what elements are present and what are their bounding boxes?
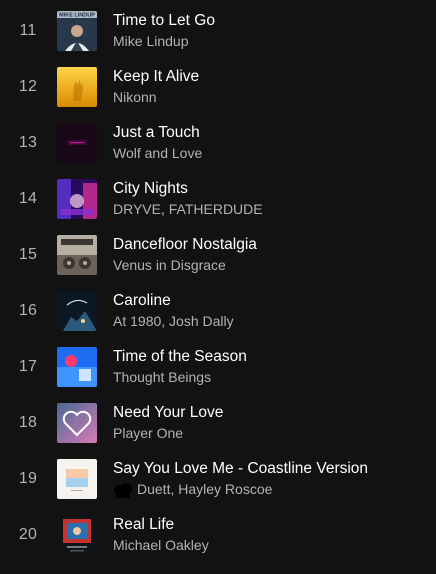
track-row[interactable]: 11 MIKE LINDUP Time to Let Go Mike Lindu… (0, 3, 436, 59)
track-title[interactable]: Time of the Season (113, 347, 428, 367)
album-cover[interactable] (57, 291, 97, 331)
track-meta: Just a Touch Wolf and Love (113, 123, 428, 163)
album-cover[interactable] (57, 179, 97, 219)
track-row[interactable]: 18 Need Your Love Player One (0, 395, 436, 451)
track-row[interactable]: 17 Time of the Season Thought Beings (0, 339, 436, 395)
track-row[interactable]: 12 Keep It Alive Nikonn (0, 59, 436, 115)
track-row[interactable]: 20 Real Life Michael Oakley (0, 507, 436, 563)
track-row[interactable]: 19 Say You Love Me - Coastline Version D… (0, 451, 436, 507)
album-cover-art: MIKE LINDUP (57, 11, 97, 51)
track-number: 13 (18, 134, 38, 151)
track-title[interactable]: Real Life (113, 515, 428, 535)
track-meta: City Nights DRYVE, FATHERDUDE (113, 179, 428, 219)
album-cover[interactable] (57, 459, 97, 499)
track-title[interactable]: City Nights (113, 179, 428, 199)
track-meta: Say You Love Me - Coastline Version Duet… (113, 459, 428, 499)
track-meta: Need Your Love Player One (113, 403, 428, 443)
track-title[interactable]: Time to Let Go (113, 11, 428, 31)
album-cover[interactable] (57, 515, 97, 555)
track-row[interactable]: 13 Just a Touch Wolf and Love (0, 115, 436, 171)
track-number: 12 (18, 78, 38, 95)
track-number: 15 (18, 246, 38, 263)
album-cover[interactable] (57, 67, 97, 107)
track-title[interactable]: Keep It Alive (113, 67, 428, 87)
track-number: 17 (18, 358, 38, 375)
track-artist[interactable]: Wolf and Love (113, 143, 428, 163)
track-number: 11 (19, 22, 37, 39)
track-title[interactable]: Say You Love Me - Coastline Version (113, 459, 428, 479)
track-artist[interactable]: Mike Lindup (113, 31, 428, 51)
track-meta: Real Life Michael Oakley (113, 515, 428, 555)
album-cover[interactable] (57, 235, 97, 275)
track-row[interactable]: 15 Dancefloor Nostalgia Venus in Disgrac… (0, 227, 436, 283)
album-cover[interactable]: MIKE LINDUP (57, 11, 97, 51)
album-cover-art (57, 67, 97, 107)
track-artist[interactable]: Thought Beings (113, 367, 428, 387)
track-number: 14 (18, 190, 38, 207)
album-cover-art (57, 403, 97, 443)
album-cover-art (57, 179, 97, 219)
track-meta: Time to Let Go Mike Lindup (113, 11, 428, 51)
track-title[interactable]: Caroline (113, 291, 428, 311)
album-cover[interactable] (57, 123, 97, 163)
track-number: 19 (18, 470, 38, 487)
track-row[interactable]: 14 City Nights DRYVE, FATHERDUDE (0, 171, 436, 227)
track-number: 18 (18, 414, 38, 431)
artist-avatar-icon (113, 480, 133, 498)
track-title[interactable]: Just a Touch (113, 123, 428, 143)
track-artist[interactable]: At 1980, Josh Dally (113, 311, 428, 331)
track-artist[interactable]: DRYVE, FATHERDUDE (113, 199, 428, 219)
album-cover[interactable] (57, 403, 97, 443)
track-meta: Keep It Alive Nikonn (113, 67, 428, 107)
track-artist[interactable]: Michael Oakley (113, 535, 428, 555)
track-artist[interactable]: Nikonn (113, 87, 428, 107)
track-title[interactable]: Dancefloor Nostalgia (113, 235, 428, 255)
track-row[interactable]: 16 Caroline At 1980, Josh Dally (0, 283, 436, 339)
track-number: 20 (18, 526, 38, 543)
track-meta: Time of the Season Thought Beings (113, 347, 428, 387)
track-meta: Dancefloor Nostalgia Venus in Disgrace (113, 235, 428, 275)
track-artist[interactable]: Duett, Hayley Roscoe (137, 479, 272, 499)
track-artist-line: Duett, Hayley Roscoe (113, 479, 428, 499)
track-list: 11 MIKE LINDUP Time to Let Go Mike Lindu… (0, 0, 436, 574)
album-cover-art (57, 291, 97, 331)
album-cover-art (57, 123, 97, 163)
album-cover-art (57, 459, 97, 499)
album-cover[interactable] (57, 347, 97, 387)
cover-label: MIKE LINDUP (59, 13, 95, 19)
album-cover-art (57, 515, 97, 555)
track-title[interactable]: Need Your Love (113, 403, 428, 423)
track-meta: Caroline At 1980, Josh Dally (113, 291, 428, 331)
track-number: 16 (18, 302, 38, 319)
album-cover-art (57, 235, 97, 275)
album-cover-art (57, 347, 97, 387)
track-artist[interactable]: Player One (113, 423, 428, 443)
track-artist[interactable]: Venus in Disgrace (113, 255, 428, 275)
